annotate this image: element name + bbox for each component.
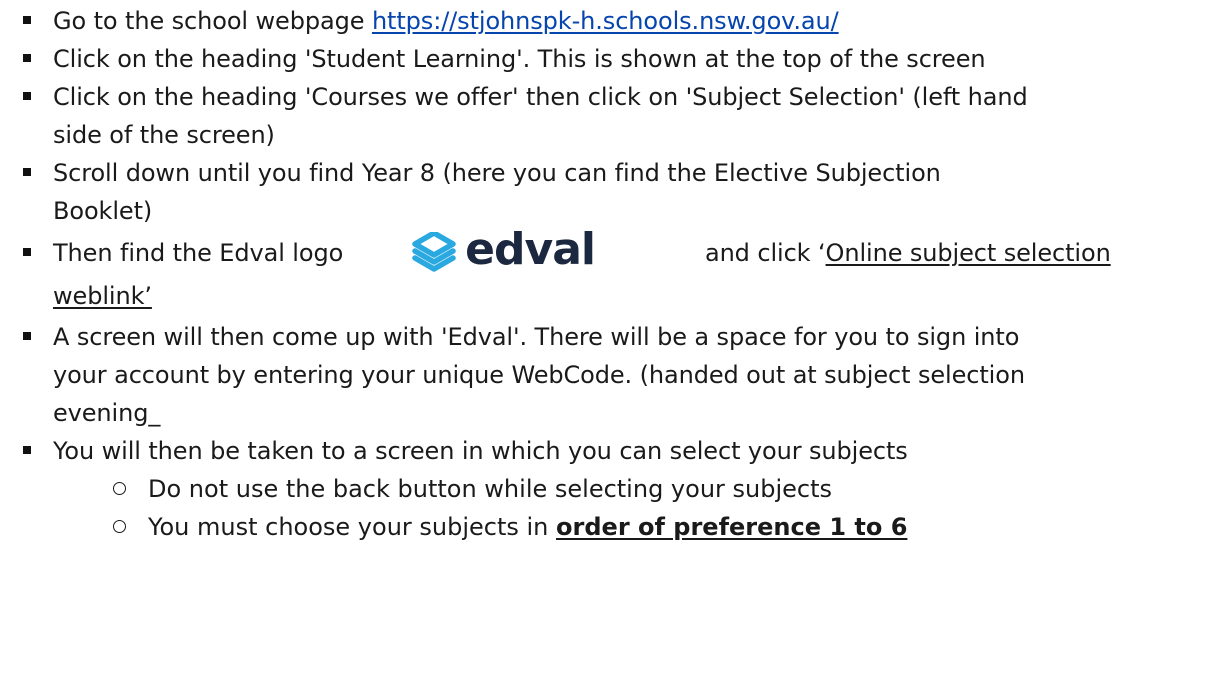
step-6-text-line-2: your account by entering your unique Web… (53, 361, 1025, 389)
step-1: Go to the school webpage https://stjohns… (23, 2, 1194, 40)
step-7-text: You will then be taken to a screen in wh… (53, 437, 908, 465)
hollow-circle-bullet-icon (113, 482, 126, 495)
instruction-document: Go to the school webpage https://stjohns… (0, 0, 1212, 675)
step-5-text: Then find the Edval logo (53, 239, 344, 267)
square-bullet-icon (23, 92, 31, 100)
edval-logo-word: edval (465, 223, 596, 275)
step-4: Scroll down until you find Year 8 (here … (23, 154, 1194, 230)
school-webpage-link[interactable]: https://stjohnspk-h.schools.nsw.gov.au/ (372, 7, 839, 35)
step-2-text: Click on the heading 'Student Learning'.… (53, 45, 986, 73)
step-6: A screen will then come up with 'Edval'.… (23, 318, 1194, 432)
step-5-text-after: and click ‘ (704, 239, 826, 267)
square-bullet-icon (23, 446, 31, 454)
substep-2-text: You must choose your subjects in (148, 513, 557, 541)
substep-2: You must choose your subjects in order o… (113, 508, 1194, 546)
edval-logo: edval (411, 223, 596, 277)
step-1-text: Go to the school webpage (53, 7, 372, 35)
step-7: You will then be taken to a screen in wh… (23, 432, 1194, 470)
substep-1: Do not use the back button while selecti… (113, 470, 1194, 508)
step-2: Click on the heading 'Student Learning'.… (23, 40, 1194, 78)
online-subject-selection-link-cont[interactable]: weblink’ (53, 282, 152, 310)
step-6-text-line-1: A screen will then come up with 'Edval'.… (53, 323, 1020, 351)
square-bullet-icon (23, 168, 31, 176)
step-3-text-line-2: side of the screen) (53, 121, 275, 149)
square-bullet-icon (23, 16, 31, 24)
step-4-text-line-1: Scroll down until you find Year 8 (here … (53, 159, 941, 187)
step-4-text-line-2: Booklet) (53, 197, 153, 225)
square-bullet-icon (23, 54, 31, 62)
preference-order-emphasis: order of preference 1 to 6 (556, 513, 908, 541)
step-5: Then find the Edval logo edval and click … (23, 223, 1194, 312)
substep-1-text: Do not use the back button while selecti… (148, 475, 833, 503)
step-3-text-line-1: Click on the heading 'Courses we offer' … (53, 83, 1028, 111)
edval-logo-icon (412, 231, 456, 272)
step-3: Click on the heading 'Courses we offer' … (23, 78, 1194, 154)
square-bullet-icon (23, 332, 31, 340)
square-bullet-icon (23, 248, 31, 256)
hollow-circle-bullet-icon (113, 520, 126, 533)
online-subject-selection-link[interactable]: Online subject selection (826, 239, 1111, 267)
step-6-text-line-3: evening_ (53, 399, 161, 427)
